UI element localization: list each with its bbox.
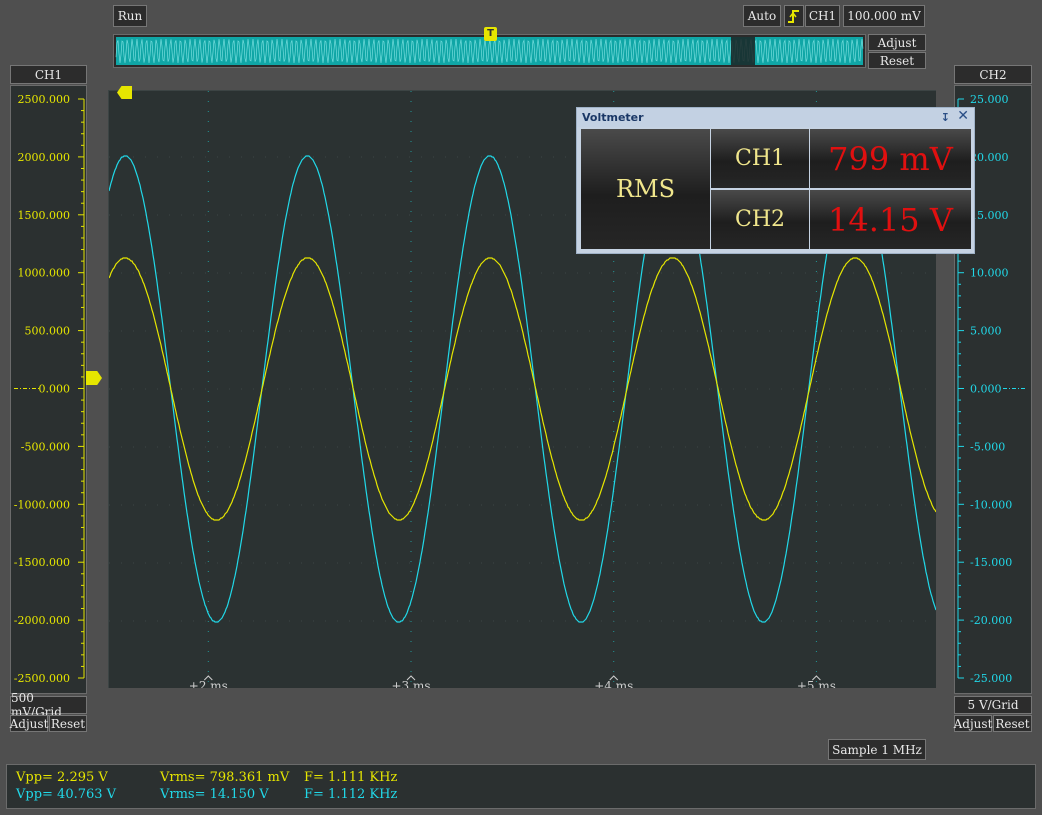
ch1-vrms: Vrms= 798.361 mV — [160, 770, 290, 785]
axis-tick-label: 1500.000 — [18, 209, 71, 222]
sample-rate-button[interactable]: Sample 1 MHz — [828, 739, 926, 760]
axis-tick-label: -5.000 — [970, 440, 1005, 453]
overview-adjust-button[interactable]: Adjust — [868, 34, 926, 51]
ch1-adjust-button[interactable]: Adjust — [10, 715, 48, 732]
axis-tick-label: -1500.000 — [14, 556, 70, 569]
voltmeter-title-bar[interactable]: Voltmeter ↧ ✕ — [577, 108, 974, 127]
time-label: +2 ms — [189, 679, 228, 688]
axis-tick-label: -15.000 — [970, 556, 1012, 569]
ch2-frequency: F= 1.112 KHz — [304, 787, 398, 802]
voltmeter-ch1-value: 799 mV — [810, 129, 971, 188]
ch1-frequency: F= 1.111 KHz — [304, 770, 398, 785]
ch2-axis-title: CH2 — [954, 65, 1032, 84]
trigger-level-field[interactable]: 100.000 mV — [843, 5, 925, 27]
overview-window[interactable] — [731, 37, 755, 65]
axis-tick-label: 25.000 — [970, 93, 1009, 106]
ch2-vpp: Vpp= 40.763 V — [16, 787, 117, 802]
ch2-scale-label: 5 V/Grid — [954, 696, 1032, 714]
ch1-vpp: Vpp= 2.295 V — [16, 770, 108, 785]
trigger-position-marker[interactable]: T — [484, 27, 497, 41]
ch1-axis-panel: 2500.000 2000.000 1500.000 1000.000 500.000 0… — [10, 85, 87, 694]
time-label: +4 ms — [594, 679, 633, 688]
axis-tick-label: 5.000 — [970, 325, 1002, 338]
rising-edge-icon — [788, 10, 799, 23]
axis-tick-label: 15.000 — [970, 209, 1009, 222]
time-label: +5 ms — [797, 679, 836, 688]
measurements-panel: Vpp= 2.295 V Vrms= 798.361 mV F= 1.111 K… — [6, 764, 1036, 809]
time-label: +3 ms — [391, 679, 430, 688]
axis-tick-label: -500.000 — [21, 440, 70, 453]
overview-reset-button[interactable]: Reset — [868, 52, 926, 69]
run-button[interactable]: Run — [113, 5, 147, 27]
voltmeter-ch1-label: CH1 — [711, 129, 809, 188]
ch2-reset-button[interactable]: Reset — [993, 715, 1032, 732]
axis-tick-label: -2500.000 — [14, 672, 70, 685]
axis-tick-label: -25.000 — [970, 672, 1012, 685]
ch2-vrms: Vrms= 14.150 V — [160, 787, 269, 802]
ch1-axis-title: CH1 — [10, 65, 87, 84]
ch2-adjust-button[interactable]: Adjust — [954, 715, 992, 732]
axis-tick-label: 0.000 — [39, 383, 71, 396]
close-icon[interactable]: ✕ — [957, 107, 969, 126]
ch1-waveform — [109, 257, 936, 521]
axis-tick-label: 0.000 — [970, 383, 1002, 396]
voltmeter-ch2-value: 14.15 V — [810, 190, 971, 249]
pin-icon[interactable]: ↧ — [941, 108, 950, 127]
voltmeter-window[interactable]: Voltmeter ↧ ✕ RMS CH1 799 mV CH2 14.15 V — [576, 107, 975, 254]
voltmeter-title: Voltmeter — [582, 111, 644, 124]
axis-tick-label: -1000.000 — [14, 498, 70, 511]
axis-tick-label: 20.000 — [970, 151, 1009, 164]
axis-tick-label: -20.000 — [970, 614, 1012, 627]
axis-tick-label: -10.000 — [970, 498, 1012, 511]
axis-tick-label: -2000.000 — [14, 614, 70, 627]
axis-tick-label: 10.000 — [970, 267, 1009, 280]
ch1-ground-marker[interactable] — [86, 371, 102, 385]
axis-tick-label: 500.000 — [25, 325, 71, 338]
waveform-overview-bar[interactable]: T — [113, 27, 866, 68]
voltmeter-mode-label: RMS — [581, 129, 710, 249]
voltmeter-ch2-label: CH2 — [711, 190, 809, 249]
trigger-mode-button[interactable]: Auto — [743, 5, 781, 27]
trigger-edge-button[interactable] — [784, 5, 804, 27]
ch1-scale-label: 500 mV/Grid — [10, 691, 87, 719]
axis-tick-label: 2500.000 — [18, 93, 71, 106]
axis-tick-label: 1000.000 — [18, 267, 71, 280]
axis-tick-label: 2000.000 — [18, 151, 71, 164]
trigger-channel-button[interactable]: CH1 — [805, 5, 840, 27]
ch1-reset-button[interactable]: Reset — [49, 715, 87, 732]
